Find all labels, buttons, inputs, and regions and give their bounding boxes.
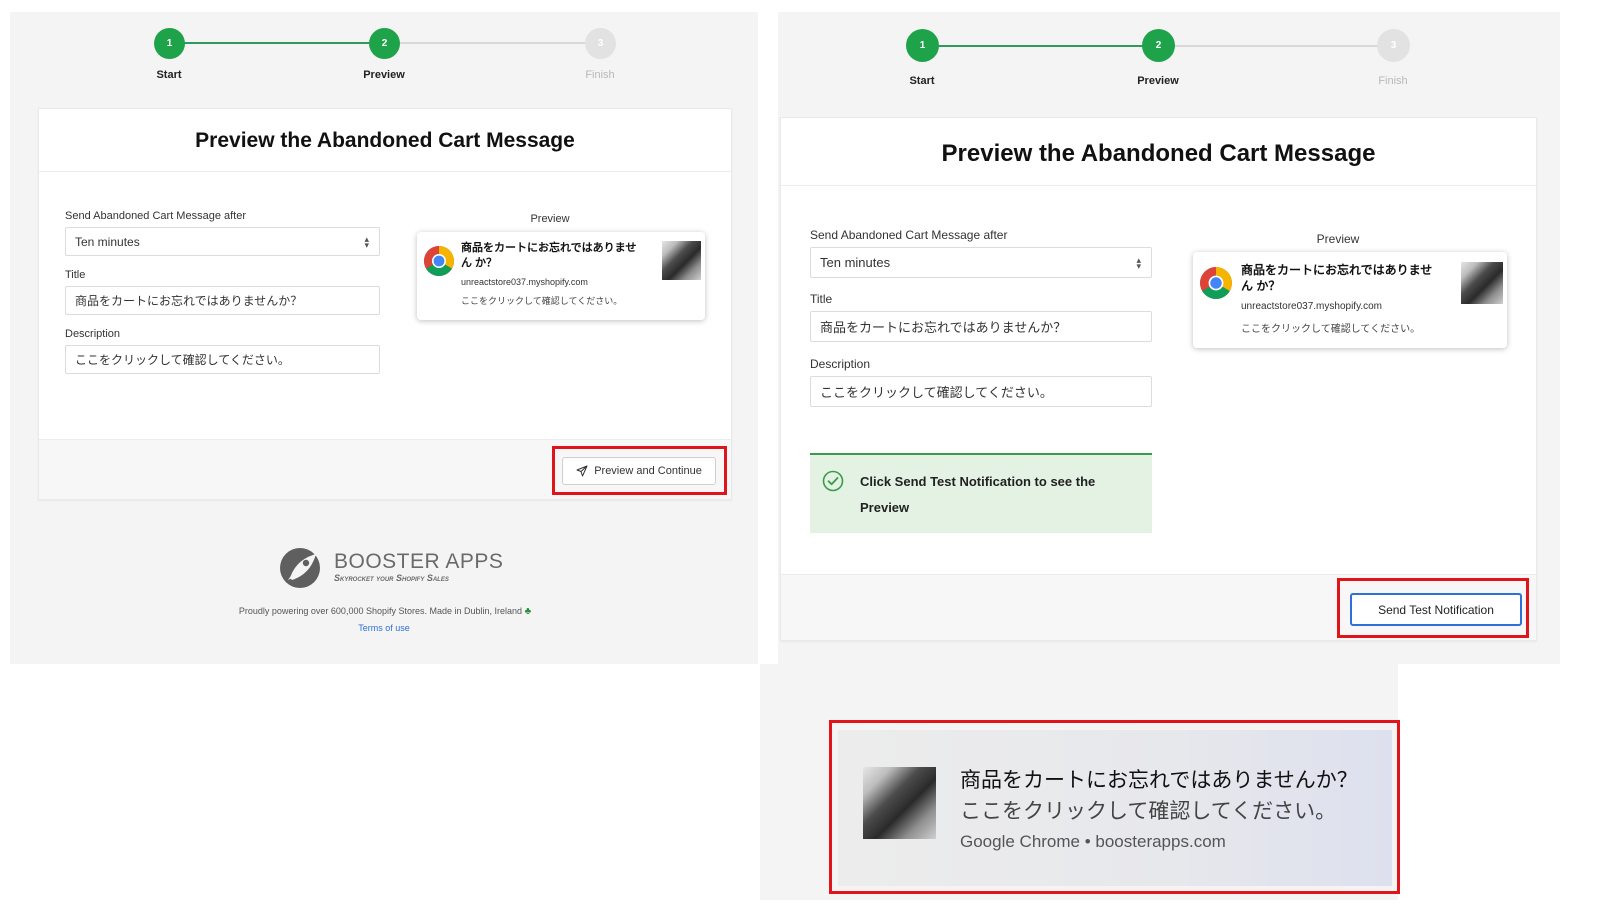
send-after-value: Ten minutes — [820, 255, 891, 270]
title-input-value: 商品をカートにお忘れではありませんか？ — [820, 320, 1067, 335]
title-input[interactable]: 商品をカートにお忘れではありませんか？ — [810, 311, 1152, 342]
select-arrows-icon: ▴ ▾ — [1136, 254, 1141, 271]
step-connector — [384, 42, 600, 44]
highlight-box — [829, 720, 1400, 894]
step-2-dot[interactable]: 2 — [369, 28, 400, 59]
brand-name: BOOSTER APPS — [334, 550, 504, 573]
title-input[interactable]: 商品をカートにお忘れではありませんか？ — [65, 286, 380, 315]
notification-site: unreactstore037.myshopify.com — [1241, 301, 1382, 312]
step-connector — [1158, 45, 1394, 47]
preview-heading: Preview — [1316, 232, 1360, 246]
description-input-value: ここをクリックして確認してください。 — [75, 353, 290, 367]
notification-site: unreactstore037.myshopify.com — [461, 277, 588, 287]
description-input[interactable]: ここをクリックして確認してください。 — [810, 376, 1152, 407]
step-3-dot[interactable]: 3 — [1377, 29, 1410, 62]
send-after-label: Send Abandoned Cart Message after — [810, 228, 1008, 242]
powered-by-text: Proudly powering over 600,000 Shopify St… — [184, 606, 586, 617]
preview-heading: Preview — [530, 213, 570, 225]
powered-by-label: Proudly powering over 600,000 Shopify St… — [238, 606, 523, 616]
step-1-label: Start — [156, 69, 182, 81]
step-connector — [170, 42, 384, 44]
step-2-dot[interactable]: 2 — [1142, 29, 1175, 62]
step-3-dot[interactable]: 3 — [585, 28, 616, 59]
chrome-icon — [1200, 267, 1232, 299]
description-label: Description — [65, 328, 121, 340]
step-3-label: Finish — [585, 69, 615, 81]
notification-preview: 商品をカートにお忘れではありません か？ unreactstore037.mys… — [417, 232, 705, 320]
success-message: Click Send Test Notification to see the … — [860, 474, 1096, 515]
card-title: Preview the Abandoned Cart Message — [941, 140, 1376, 167]
send-after-select[interactable]: Ten minutes ▴ ▾ — [810, 247, 1152, 278]
send-after-value: Ten minutes — [75, 234, 140, 249]
step-3-label: Finish — [1378, 75, 1408, 87]
notification-title: 商品をカートにお忘れではありません か？ — [1241, 263, 1433, 294]
description-label: Description — [810, 357, 871, 371]
brand-tagline: Skyrocket your Shopify Sales — [334, 573, 449, 583]
notification-title: 商品をカートにお忘れではありません か？ — [461, 242, 637, 269]
product-thumbnail — [662, 241, 701, 280]
title-label: Title — [65, 269, 86, 281]
step-1-dot[interactable]: 1 — [906, 29, 939, 62]
notification-desc: ここをクリックして確認してください。 — [461, 296, 623, 306]
send-after-select[interactable]: Ten minutes ▴ ▾ — [65, 227, 380, 256]
notification-preview: 商品をカートにお忘れではありません か？ unreactstore037.mys… — [1193, 252, 1507, 348]
preview-card: Preview the Abandoned Cart Message Send … — [38, 108, 732, 500]
select-arrows-icon: ▴ ▾ — [364, 233, 369, 250]
terms-of-use-link[interactable]: Terms of use — [334, 623, 434, 633]
title-label: Title — [810, 292, 833, 306]
booster-rocket-logo-icon — [280, 548, 320, 588]
chrome-icon — [423, 246, 455, 277]
send-after-label: Send Abandoned Cart Message after — [65, 210, 247, 222]
step-2-label: Preview — [363, 69, 405, 81]
product-thumbnail — [1461, 262, 1503, 304]
step-1-label: Start — [909, 75, 935, 87]
description-input-value: ここをクリックして確認してください。 — [820, 385, 1053, 400]
highlight-box — [552, 446, 727, 495]
card-divider — [39, 171, 731, 172]
step-2-label: Preview — [1137, 75, 1179, 87]
preview-card: Preview the Abandoned Cart Message Send … — [780, 117, 1537, 641]
card-divider — [781, 185, 1536, 186]
step-1-dot[interactable]: 1 — [154, 28, 185, 59]
shamrock-icon: ♣ — [524, 606, 532, 617]
step-connector — [922, 45, 1158, 47]
title-input-value: 商品をカートにお忘れではありませんか？ — [75, 294, 303, 308]
highlight-box — [1337, 578, 1529, 638]
description-input[interactable]: ここをクリックして確認してください。 — [65, 345, 380, 374]
card-title: Preview the Abandoned Cart Message — [195, 129, 575, 152]
notification-desc: ここをクリックして確認してください。 — [1241, 324, 1421, 335]
success-alert: Click Send Test Notification to see the … — [810, 453, 1152, 533]
check-circle-icon — [822, 470, 844, 492]
